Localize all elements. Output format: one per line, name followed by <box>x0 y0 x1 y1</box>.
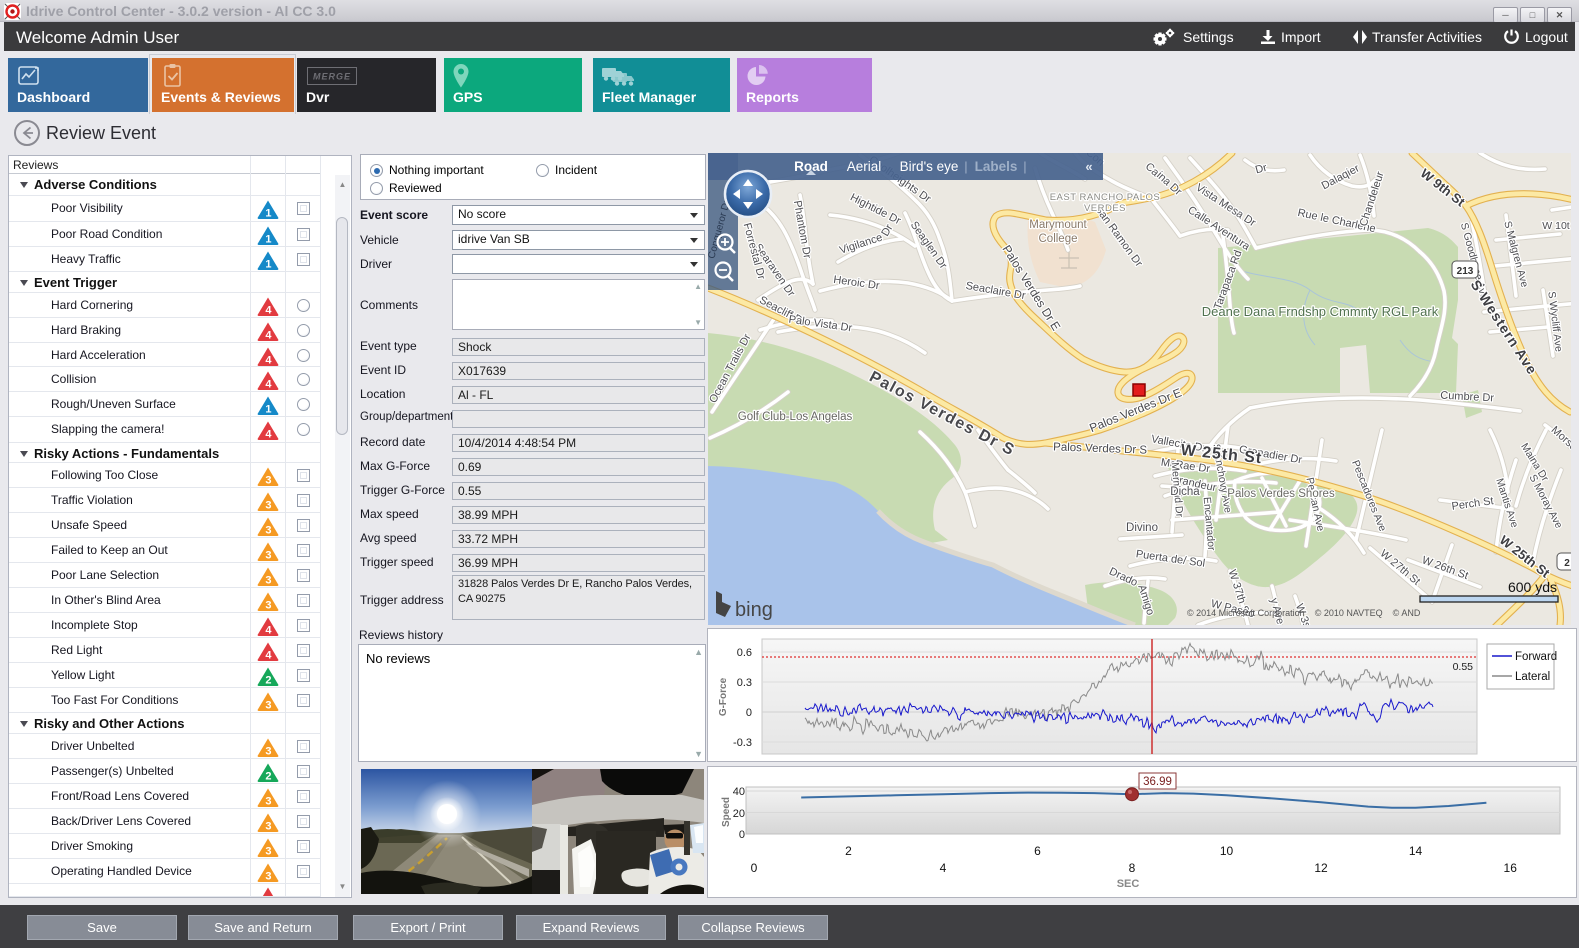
svg-text:College: College <box>1039 233 1078 245</box>
svg-text:Palos Verdes Shores: Palos Verdes Shores <box>1227 488 1335 500</box>
svg-text:Speed: Speed <box>721 797 732 827</box>
svg-text:3: 3 <box>265 550 271 562</box>
svg-text:1: 1 <box>265 259 271 271</box>
svg-text:3: 3 <box>265 525 271 537</box>
svg-text:1: 1 <box>265 208 271 220</box>
svg-text:Golf Club-Los Angelas: Golf Club-Los Angelas <box>738 411 853 423</box>
svg-text:© 2014 Microsoft Corporation: © 2014 Microsoft Corporation © 2010 NAVT… <box>1187 608 1421 618</box>
svg-text:3: 3 <box>265 575 271 587</box>
svg-text:4: 4 <box>265 379 272 391</box>
svg-text:2: 2 <box>265 771 271 783</box>
svg-text:3: 3 <box>265 600 271 612</box>
svg-text:3: 3 <box>265 746 271 758</box>
svg-text:0: 0 <box>739 829 745 841</box>
svg-text:MERGE: MERGE <box>313 72 351 82</box>
svg-text:12: 12 <box>1314 861 1328 875</box>
svg-text:4: 4 <box>265 625 272 637</box>
svg-text:2: 2 <box>845 844 852 858</box>
svg-text:0: 0 <box>751 861 758 875</box>
svg-text:36.99: 36.99 <box>1143 776 1172 788</box>
svg-text:Aerial: Aerial <box>847 159 882 174</box>
svg-text:600 yds: 600 yds <box>1508 579 1557 595</box>
svg-text:Dicha: Dicha <box>1170 486 1200 498</box>
svg-text:4: 4 <box>265 305 272 317</box>
svg-text:Divino: Divino <box>1126 522 1158 534</box>
svg-text:8: 8 <box>1129 861 1136 875</box>
svg-text:3: 3 <box>265 821 271 833</box>
svg-text:1: 1 <box>265 404 271 416</box>
svg-text:|: | <box>1023 159 1026 174</box>
svg-text:2: 2 <box>265 675 271 687</box>
svg-text:-0.3: -0.3 <box>733 737 752 749</box>
svg-text:6: 6 <box>1034 844 1041 858</box>
svg-text:W 10t: W 10t <box>1542 220 1570 232</box>
svg-text:4: 4 <box>265 355 272 367</box>
svg-text:4: 4 <box>265 650 272 662</box>
svg-text:4: 4 <box>940 861 947 875</box>
svg-text:0.6: 0.6 <box>737 647 752 659</box>
svg-text:20: 20 <box>733 808 745 820</box>
svg-text:1: 1 <box>265 234 271 246</box>
svg-text:0: 0 <box>746 707 752 719</box>
svg-text:3: 3 <box>265 796 271 808</box>
svg-text:10: 10 <box>1220 844 1234 858</box>
svg-text:3: 3 <box>265 475 271 487</box>
svg-text:213: 213 <box>1457 266 1474 277</box>
svg-text:16: 16 <box>1504 861 1518 875</box>
svg-text:EAST RANCHO PALOS: EAST RANCHO PALOS <box>1050 192 1161 203</box>
svg-text:VERDES: VERDES <box>1084 203 1126 214</box>
svg-text:2: 2 <box>1564 558 1570 569</box>
svg-text:Lateral: Lateral <box>1515 671 1550 683</box>
svg-text:3: 3 <box>265 846 271 858</box>
svg-text:SEC: SEC <box>1117 878 1140 890</box>
svg-text:«: « <box>1085 159 1092 174</box>
svg-text:3: 3 <box>265 871 271 883</box>
svg-text:G-Force: G-Force <box>718 677 729 716</box>
svg-text:3: 3 <box>265 700 271 712</box>
svg-text:0.55: 0.55 <box>1453 661 1474 673</box>
svg-text:4: 4 <box>265 330 272 342</box>
svg-text:3: 3 <box>265 500 271 512</box>
svg-text:0.3: 0.3 <box>737 677 752 689</box>
svg-text:Forward: Forward <box>1515 651 1557 663</box>
svg-text:Marymount: Marymount <box>1029 219 1087 231</box>
svg-text:Labels: Labels <box>975 159 1018 174</box>
svg-text:40: 40 <box>733 786 745 798</box>
svg-text:14: 14 <box>1409 844 1423 858</box>
svg-text:4: 4 <box>265 429 272 441</box>
svg-text:Deane Dana Frndshp Cmmnty RGL: Deane Dana Frndshp Cmmnty RGL Park <box>1202 304 1439 319</box>
svg-text:Bird's eye: Bird's eye <box>900 159 959 174</box>
svg-text:|: | <box>964 159 967 174</box>
svg-text:bing: bing <box>735 599 773 621</box>
